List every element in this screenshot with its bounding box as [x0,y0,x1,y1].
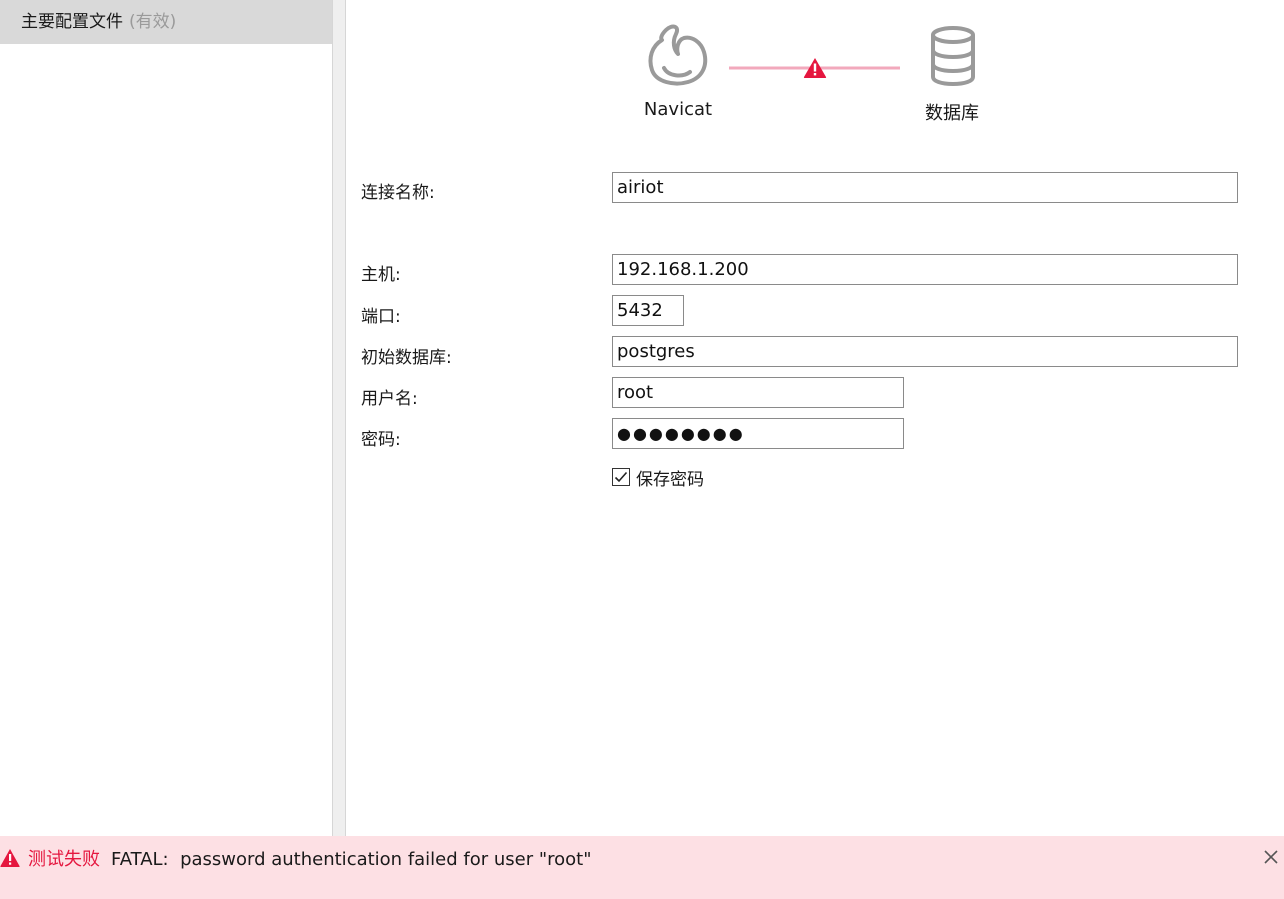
error-warning-icon [0,849,20,867]
checkmark-icon [614,471,628,483]
connection-name-input[interactable]: airiot [612,172,1238,203]
save-password-checkbox[interactable] [612,468,630,486]
close-icon[interactable] [1262,848,1280,866]
test-result-message: FATAL: password authentication failed fo… [111,849,592,870]
connection-name-label: 连接名称: [361,183,435,203]
username-input[interactable]: root [612,377,904,408]
database-label: 数据库 [925,103,979,124]
password-input[interactable]: ●●●●●●●● [612,418,904,449]
username-label: 用户名: [361,389,418,409]
navicat-label: Navicat [643,99,713,120]
test-result-bar: 测试失败 FATAL: password authentication fail… [0,836,1284,899]
test-result-title: 测试失败 [28,849,100,870]
host-label: 主机: [361,265,401,285]
warning-icon [803,58,827,78]
profile-sidebar: 主要配置文件 (有效) [0,0,333,836]
save-password-label: 保存密码 [636,469,704,490]
database-icon [931,26,975,87]
password-label: 密码: [361,430,401,450]
initial-db-input[interactable]: postgres [612,336,1238,367]
port-label: 端口: [361,307,401,327]
host-input[interactable]: 192.168.1.200 [612,254,1238,285]
navicat-logo-icon [648,24,708,86]
save-password-option[interactable]: 保存密码 [612,466,704,490]
sidebar-item-label: 主要配置文件 [21,12,123,32]
sidebar-splitter[interactable] [333,0,346,836]
sidebar-item-status: (有效) [129,12,177,32]
port-input[interactable]: 5432 [612,295,684,326]
sidebar-item-main-profile[interactable]: 主要配置文件 (有效) [0,0,332,44]
initial-db-label: 初始数据库: [361,348,452,368]
